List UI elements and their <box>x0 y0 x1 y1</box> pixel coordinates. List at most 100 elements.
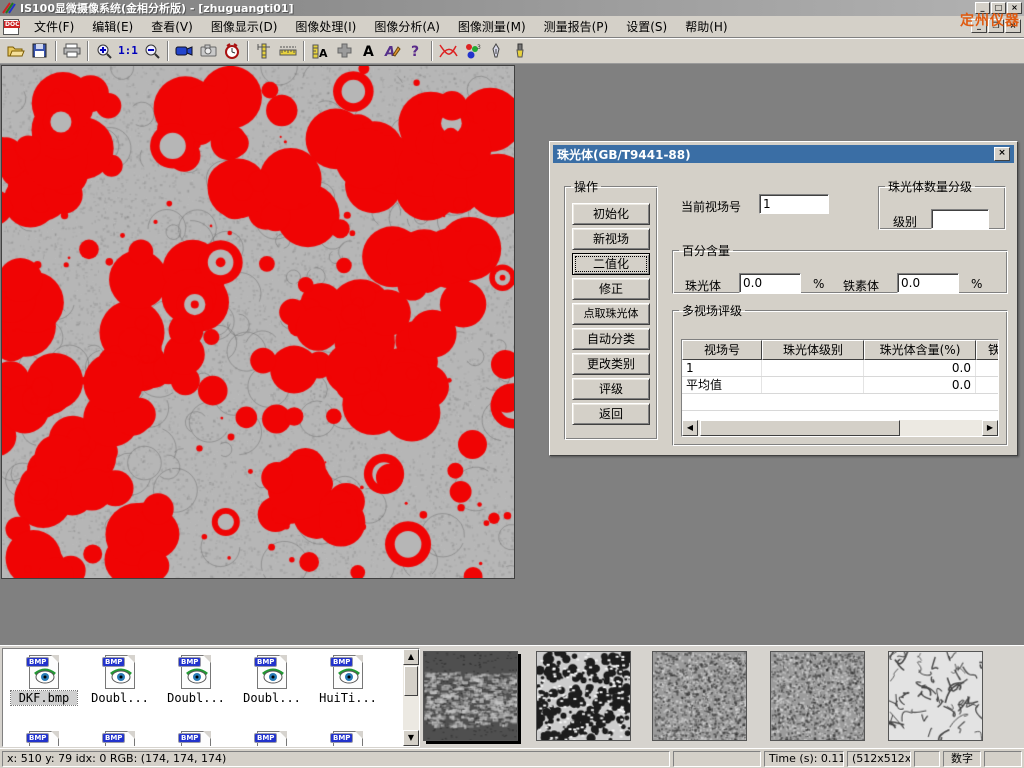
correct-button[interactable]: 修正 <box>572 278 650 300</box>
grading-group-label: 珠光体数量分级 <box>885 178 975 195</box>
time-panel: Time (s): 0.113 <box>764 751 844 767</box>
ferrite-label: 铁素体 <box>843 277 879 294</box>
file-name[interactable]: DKF.bmp <box>11 691 77 705</box>
thumbnail-strip <box>420 646 1024 748</box>
col-field-no[interactable]: 视场号 <box>682 340 762 360</box>
col-pearlite-grade[interactable]: 珠光体级别 <box>762 340 864 360</box>
scrollbar-thumb[interactable] <box>700 420 900 436</box>
menu-view[interactable]: 查看(V) <box>142 16 202 37</box>
ruler-button[interactable] <box>276 40 300 62</box>
return-button[interactable]: 返回 <box>572 403 650 425</box>
grade-label: 级别 <box>893 213 917 230</box>
open-file-button[interactable] <box>4 40 28 62</box>
menu-image-measure[interactable]: 图像测量(M) <box>449 16 535 37</box>
scroll-left-arrow-icon[interactable]: ◀ <box>682 420 698 436</box>
toolbar-separator <box>167 41 169 61</box>
file-item[interactable]: BMP <box>11 731 77 747</box>
rating-table[interactable]: 视场号 珠光体级别 珠光体含量(%) 铁素体 1 0.0 平均值 <box>681 339 999 437</box>
grade-input[interactable] <box>931 209 989 229</box>
print-button[interactable] <box>60 40 84 62</box>
menu-settings[interactable]: 设置(S) <box>617 16 676 37</box>
dialog-title-bar[interactable]: 珠光体(GB/T9441-88) × <box>553 145 1014 163</box>
menu-edit[interactable]: 编辑(E) <box>83 16 142 37</box>
pearlite-percent-input[interactable] <box>739 273 801 293</box>
col-pearlite-content[interactable]: 珠光体含量(%) <box>864 340 976 360</box>
menu-image-processing[interactable]: 图像处理(I) <box>286 16 365 37</box>
count-objects-button[interactable]: 3 <box>460 40 484 62</box>
camera-capture-button[interactable] <box>196 40 220 62</box>
sample-thumbnail-4[interactable] <box>770 651 865 741</box>
status-empty-panel <box>673 751 761 767</box>
pearlite-unit: % <box>813 277 824 291</box>
file-item[interactable]: BMP Doubl... <box>163 655 229 705</box>
grid-button[interactable] <box>332 40 356 62</box>
save-button[interactable] <box>28 40 52 62</box>
video-capture-button[interactable] <box>172 40 196 62</box>
zoom-out-button[interactable] <box>140 40 164 62</box>
pick-pearlite-button[interactable]: 点取珠光体 <box>572 303 650 325</box>
sample-thumbnail-3[interactable] <box>652 651 747 741</box>
file-icon-list[interactable]: BMP DKF.bmp BMP Doubl... BMP Doubl... BM… <box>2 648 420 747</box>
file-name[interactable]: Doubl... <box>163 691 229 705</box>
file-item[interactable]: BMP HuiTi... <box>315 655 381 705</box>
timer-button[interactable] <box>220 40 244 62</box>
table-row-empty <box>682 394 998 411</box>
file-list-scrollbar[interactable]: ▲ ▼ <box>403 649 419 746</box>
grade-button[interactable]: 评级 <box>572 378 650 400</box>
initialize-button[interactable]: 初始化 <box>572 203 650 225</box>
bmp-file-icon: BMP <box>333 655 363 689</box>
scroll-right-arrow-icon[interactable]: ▶ <box>982 420 998 436</box>
measure-text-button[interactable]: A <box>308 40 332 62</box>
menu-help[interactable]: 帮助(H) <box>676 16 736 37</box>
cell-grade <box>762 360 864 376</box>
file-item[interactable]: BMP Doubl... <box>87 655 153 705</box>
menu-image-display[interactable]: 图像显示(D) <box>202 16 287 37</box>
sample-thumbnail-5[interactable] <box>888 651 983 741</box>
text-button[interactable]: A <box>356 40 380 62</box>
file-item[interactable]: BMP <box>87 731 153 747</box>
sample-thumbnail-2[interactable] <box>536 651 631 741</box>
file-name[interactable]: Doubl... <box>87 691 153 705</box>
menu-image-analysis[interactable]: 图像分析(A) <box>365 16 449 37</box>
menu-file[interactable]: 文件(F) <box>25 16 83 37</box>
binarize-button[interactable]: 二值化 <box>572 253 650 275</box>
sample-thumbnail-1[interactable] <box>423 651 518 741</box>
scrollbar-thumb[interactable] <box>404 666 418 696</box>
svg-text:A: A <box>319 47 328 59</box>
curve-button[interactable] <box>436 40 460 62</box>
file-item[interactable]: BMP Doubl... <box>239 655 305 705</box>
help-button[interactable]: ? <box>404 40 428 62</box>
brush-button[interactable] <box>508 40 532 62</box>
document-icon[interactable]: DOC <box>3 19 19 35</box>
svg-text:?: ? <box>411 44 419 58</box>
file-name[interactable]: HuiTi... <box>315 691 381 705</box>
zoom-in-button[interactable] <box>92 40 116 62</box>
scroll-down-arrow-icon[interactable]: ▼ <box>403 730 419 746</box>
ferrite-percent-input[interactable] <box>897 273 959 293</box>
file-name[interactable]: Doubl... <box>239 691 305 705</box>
status-empty-panel <box>984 751 1022 767</box>
table-row[interactable]: 1 0.0 <box>682 360 998 377</box>
annotate-button[interactable]: A <box>380 40 404 62</box>
dialog-close-button[interactable]: × <box>994 147 1010 161</box>
bmp-file-icon: BMP <box>181 731 211 747</box>
file-item[interactable]: BMP <box>315 731 381 747</box>
cell-field-no: 平均值 <box>682 377 762 393</box>
change-class-button[interactable]: 更改类别 <box>572 353 650 375</box>
file-item[interactable]: BMP DKF.bmp <box>11 655 77 705</box>
scroll-up-arrow-icon[interactable]: ▲ <box>403 649 419 665</box>
new-field-button[interactable]: 新视场 <box>572 228 650 250</box>
caliper-button[interactable] <box>252 40 276 62</box>
metallographic-image[interactable] <box>1 65 515 579</box>
current-field-input[interactable] <box>759 194 829 214</box>
table-row[interactable]: 平均值 0.0 <box>682 377 998 394</box>
auto-classify-button[interactable]: 自动分类 <box>572 328 650 350</box>
col-ferrite[interactable]: 铁素体 <box>976 340 999 360</box>
cell-field-no: 1 <box>682 360 762 376</box>
file-item[interactable]: BMP <box>163 731 229 747</box>
zoom-actual-button[interactable]: 1:1 <box>116 40 140 62</box>
menu-report[interactable]: 测量报告(P) <box>535 16 618 37</box>
file-item[interactable]: BMP <box>239 731 305 747</box>
table-horizontal-scrollbar[interactable]: ◀ ▶ <box>682 420 998 436</box>
pen-button[interactable] <box>484 40 508 62</box>
